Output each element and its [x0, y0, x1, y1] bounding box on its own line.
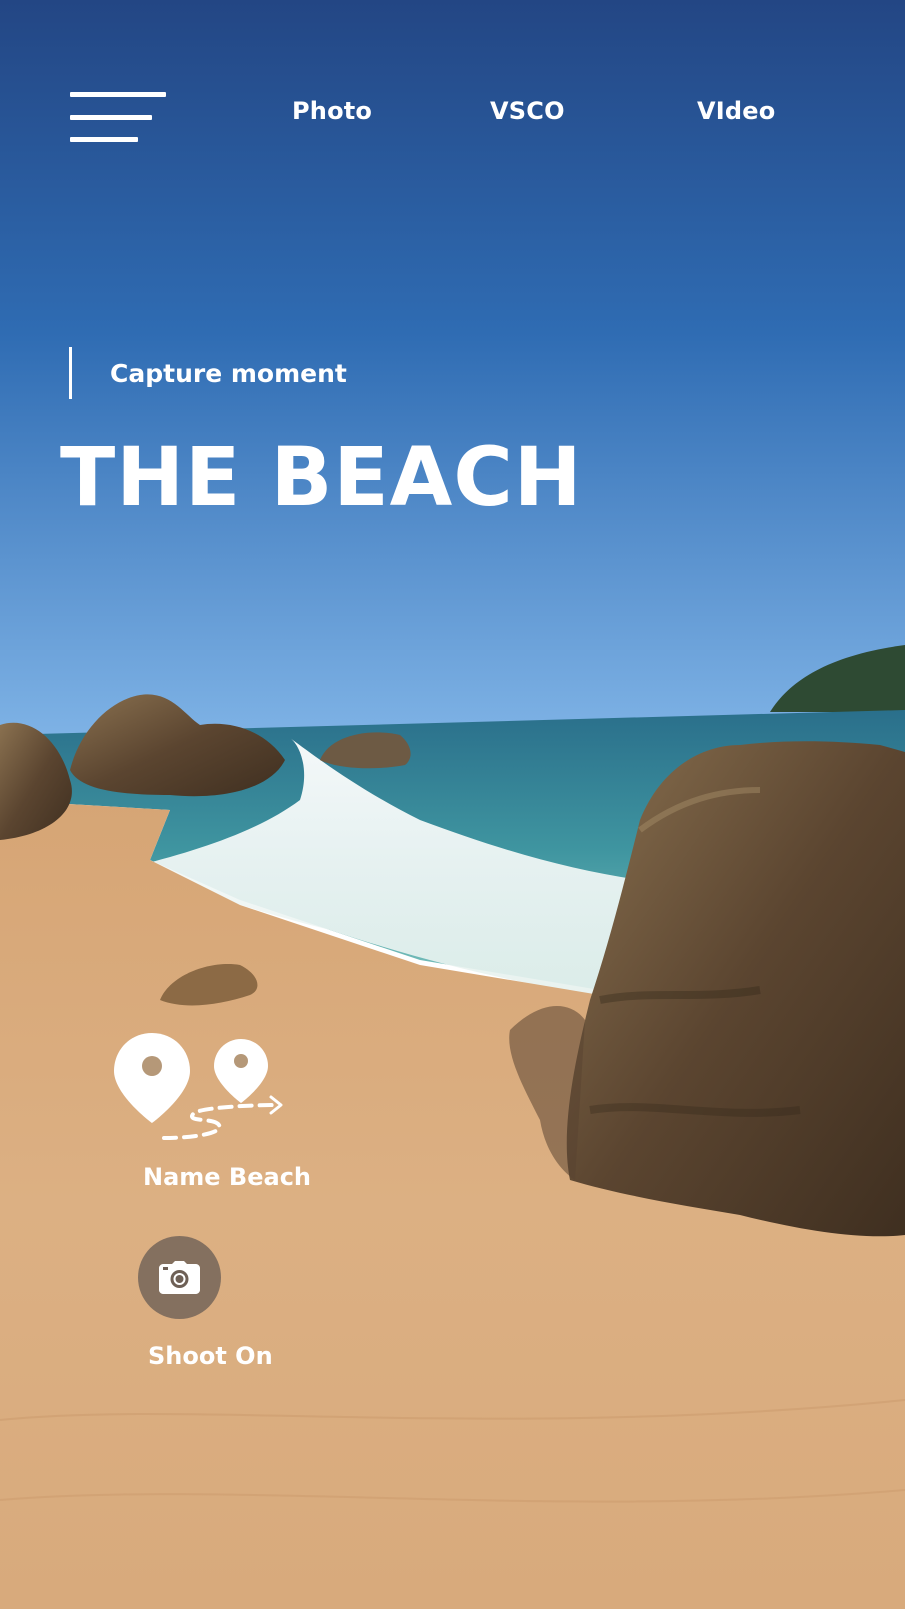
- hero-eyebrow: Capture moment: [110, 359, 347, 388]
- tab-vsco[interactable]: VSCO: [490, 97, 565, 125]
- camera-icon: [159, 1261, 200, 1294]
- map-route-icon: [114, 1033, 283, 1140]
- shoot-label: Shoot On: [148, 1342, 273, 1370]
- beach-background-image: [0, 0, 905, 1609]
- tab-video[interactable]: VIdeo: [697, 97, 775, 125]
- beach-camera-screen: Photo VSCO VIdeo Capture moment THE BEAC…: [0, 0, 905, 1609]
- hamburger-menu-icon[interactable]: [70, 92, 166, 148]
- hero-title: THE BEACH: [60, 431, 583, 525]
- shoot-button[interactable]: [138, 1236, 221, 1319]
- accent-divider: [69, 347, 72, 399]
- tab-photo[interactable]: Photo: [292, 97, 372, 125]
- location-label[interactable]: Name Beach: [143, 1163, 311, 1191]
